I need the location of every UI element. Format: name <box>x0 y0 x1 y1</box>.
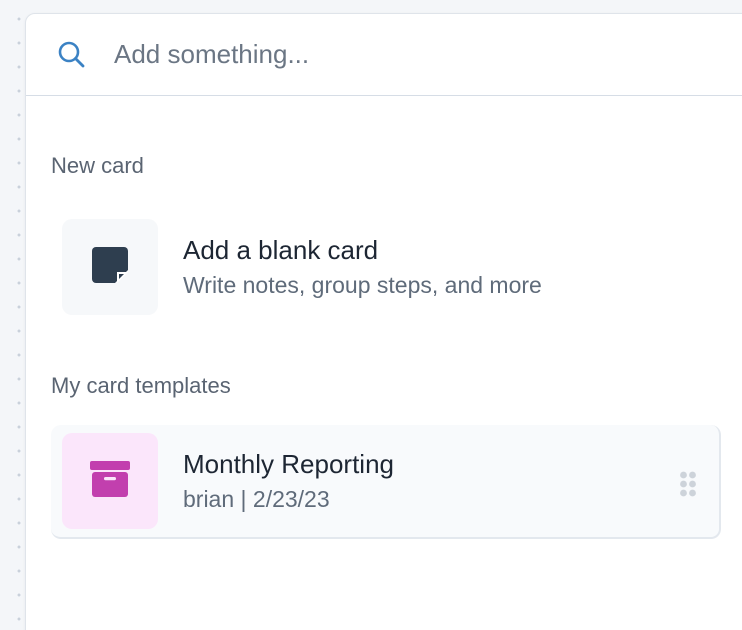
add-panel: New card Add a blank card Write notes, g… <box>25 13 742 630</box>
blank-card-option[interactable]: Add a blank card Write notes, group step… <box>51 210 721 324</box>
sticky-note-icon <box>91 246 129 289</box>
archive-box-icon <box>89 459 131 504</box>
search-bar <box>26 14 742 96</box>
template-tile <box>62 433 158 529</box>
template-meta: brian | 2/23/23 <box>183 486 330 513</box>
template-title: Monthly Reporting <box>183 448 394 479</box>
blank-card-subtitle: Write notes, group steps, and more <box>183 272 542 299</box>
template-card[interactable]: Monthly Reporting brian | 2/23/23 <box>51 425 721 539</box>
blank-card-title: Add a blank card <box>183 234 379 265</box>
search-input[interactable] <box>114 39 674 70</box>
blank-card-tile <box>62 219 158 315</box>
templates-heading: My card templates <box>51 373 231 398</box>
drag-handle-icon[interactable] <box>679 471 697 497</box>
search-icon <box>56 39 88 71</box>
new-card-heading: New card <box>51 153 144 178</box>
